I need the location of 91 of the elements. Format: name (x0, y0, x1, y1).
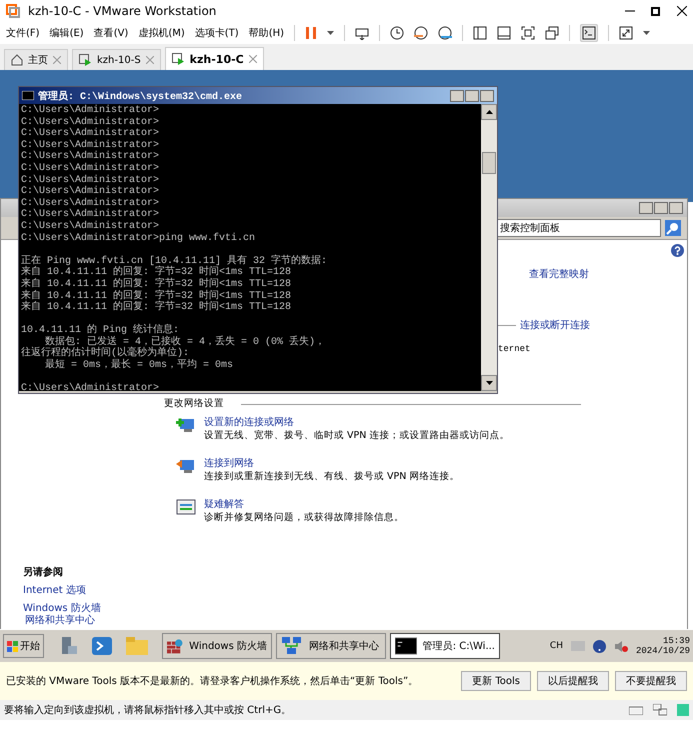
clock-icon[interactable] (390, 26, 404, 40)
menu-item[interactable]: 虚拟机(M) (138, 26, 185, 40)
menu-item[interactable]: 选项卡(T) (194, 26, 239, 40)
console-line: C:\Users\Administrator> (21, 162, 160, 174)
tab[interactable]: kzh-10-C (164, 47, 264, 70)
task-description: 诊断并修复网络问题，或获得故障排除信息。 (204, 511, 404, 524)
menu-item[interactable]: 编辑(E) (50, 26, 84, 40)
console-line: C:\Users\Administrator>ping www.fvti.cn (21, 232, 256, 244)
console-line: 数据包: 已发送 = 4，已接收 = 4，丢失 = 0 (0% 丢失)， (45, 336, 326, 348)
task-description: 连接到或重新连接到无线、有线、拨号或 VPN 网络连接。 (204, 470, 460, 483)
console-line: 往返行程的估计时间(以毫秒为单位): (21, 348, 190, 360)
console-line: C:\Users\Administrator> (21, 198, 160, 209)
console-line: 来自 10.4.11.11 的回复: 字节=32 时间<1ms TTL=128 (21, 290, 292, 302)
sidebar-layout-icon[interactable] (473, 26, 488, 40)
maximize-button[interactable] (654, 202, 668, 214)
console-line: C:\Users\Administrator> (21, 151, 160, 162)
map-link[interactable]: 查看完整映射 (529, 267, 589, 281)
console-line: 10.4.11.11 的 Ping 统计信息: (21, 325, 180, 336)
search-field[interactable]: 搜索控制面板 (495, 219, 661, 237)
play-window-icon (172, 53, 185, 65)
scroll-thumb[interactable] (482, 152, 496, 174)
notification-message: 已安装的 VMware Tools 版本不是最新的。请登录客户机操作系统，然后单击“更新 Tools”。 (6, 674, 420, 688)
search-icon[interactable] (665, 220, 681, 236)
terminal-icon (22, 91, 34, 100)
app-logo-icon (6, 4, 20, 18)
powershell-icon[interactable] (92, 637, 112, 655)
language-indicator[interactable]: CH (550, 641, 563, 651)
console-line: C:\Users\Administrator> (21, 186, 160, 198)
see-also-link[interactable]: Windows 防火墙 (23, 601, 101, 615)
windows-icon[interactable] (545, 26, 560, 40)
console-line: C:\Users\Administrator> (21, 116, 160, 128)
console-line: 最短 = 0ms，最长 = 0ms，平均 = 0ms (44, 360, 234, 372)
close-icon[interactable] (677, 6, 687, 16)
minimize-button[interactable] (639, 202, 653, 214)
window-title: kzh-10-C - VMware Workstation (28, 4, 216, 18)
console-line: C:\Users\Administrator> (21, 209, 160, 220)
task-link[interactable]: 疑难解答 (204, 497, 404, 511)
tab[interactable]: 主页 (4, 49, 68, 70)
home-icon (11, 54, 23, 66)
connect-link[interactable]: 连接或断开连接 (520, 318, 590, 332)
menu-item[interactable]: 查看(V) (94, 26, 128, 40)
task-link[interactable]: 设置新的连接或网络 (204, 415, 510, 429)
console-line: C:\Users\Administrator> (21, 140, 160, 151)
clock[interactable]: 15:39 2024/10/29 (636, 636, 690, 656)
scroll-down-icon[interactable] (486, 381, 492, 385)
notification-button[interactable]: 以后提醒我 (537, 671, 609, 691)
windows-logo-icon (7, 640, 18, 652)
status-text: 要将输入定向到该虚拟机，请将鼠标指针移入其中或按 Ctrl+G。 (4, 704, 292, 717)
send-keys-icon[interactable] (355, 26, 370, 40)
caret-icon[interactable] (327, 31, 334, 35)
console-line: C:\Users\Administrator> (21, 220, 160, 232)
console-line: C:\Users\Administrator> (21, 174, 160, 186)
cmd-title: 管理员: C:\Windows\system32\cmd.exe (38, 90, 242, 102)
taskbar-button[interactable]: 管理员: C:\Wi... (390, 633, 500, 659)
see-also-link[interactable]: Internet 选项 (23, 583, 101, 597)
play-window-icon (79, 54, 92, 66)
maximize-button[interactable] (465, 90, 479, 102)
console-line: C:\Users\Administrator> (21, 383, 160, 391)
task-link[interactable]: 连接到网络 (204, 456, 460, 470)
console-line: 正在 Ping www.fvti.cn [10.4.11.11] 具有 32 字节的数据: (21, 256, 328, 267)
network-icon (281, 636, 303, 656)
fullscreen-icon[interactable] (619, 26, 634, 40)
scroll-up-icon[interactable] (486, 110, 492, 114)
notification-button[interactable]: 更新 Tools (461, 671, 531, 691)
taskbar-button[interactable]: 网络和共享中心 (276, 633, 386, 659)
notification-button[interactable]: 不要提醒我 (615, 671, 687, 691)
caret-icon[interactable] (643, 31, 650, 35)
minimize-button[interactable] (450, 90, 464, 102)
console-line: C:\Users\Administrator> (21, 105, 160, 116)
console-line: C:\Users\Administrator> (21, 128, 160, 140)
console-line: 来自 10.4.11.11 的回复: 字节=32 时间<1ms TTL=128 (21, 278, 292, 290)
menu-item[interactable]: 帮助(H) (248, 26, 284, 40)
menu-item[interactable]: 文件(F) (6, 26, 40, 40)
tab[interactable]: kzh-10-S (72, 49, 161, 70)
terminal-icon (395, 637, 417, 655)
see-also-heading: 另请参阅 (23, 566, 64, 579)
pause-icon[interactable] (305, 26, 318, 40)
network-task-icon (176, 497, 196, 515)
bottom-panel-icon[interactable] (497, 26, 512, 40)
restore-icon[interactable] (651, 6, 661, 16)
network-label: ternet (498, 344, 530, 354)
start-button[interactable]: 开始 (3, 634, 44, 658)
fit-screen-icon[interactable] (521, 26, 536, 40)
task-description: 设置无线、宽带、拨号、临时或 VPN 连接；或设置路由器或访问点。 (204, 429, 510, 442)
speaker-muted-icon[interactable] (614, 640, 628, 652)
taskbar-button[interactable]: Windows 防火墙 (162, 633, 272, 659)
close-button[interactable] (480, 90, 494, 102)
close-button[interactable] (669, 202, 683, 214)
background-link[interactable]: 网络和共享中心 (25, 613, 95, 627)
console-icon[interactable] (582, 26, 596, 40)
console-line: 来自 10.4.11.11 的回复: 字节=32 时间<1ms TTL=128 (21, 267, 292, 278)
